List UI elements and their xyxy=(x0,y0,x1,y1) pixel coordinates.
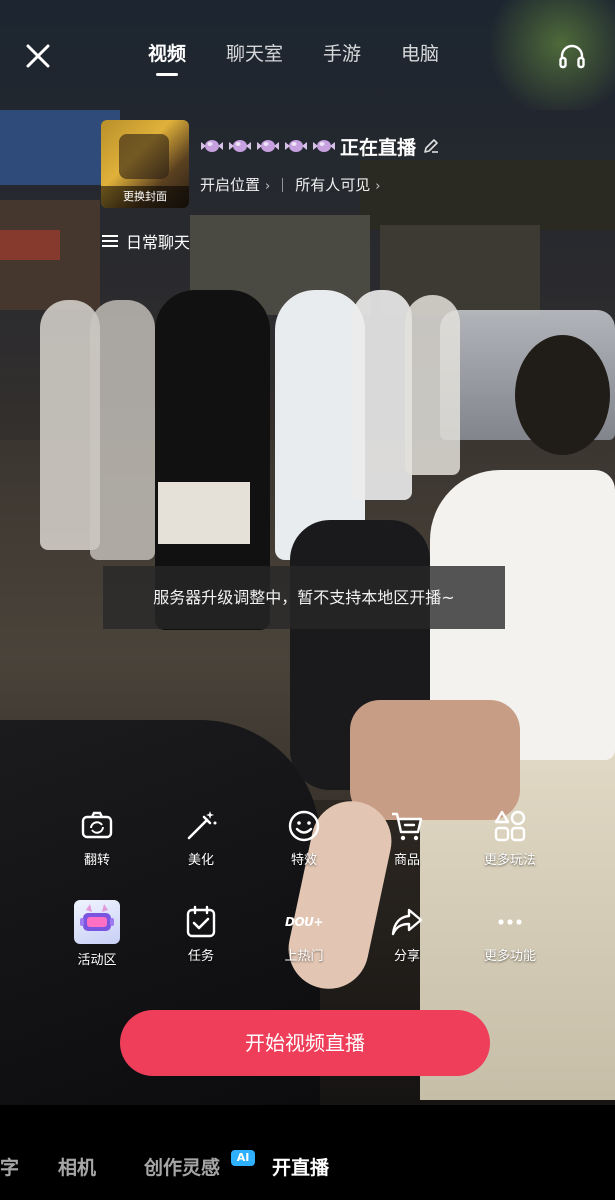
person-6 xyxy=(405,295,460,475)
share-arrow-icon xyxy=(391,908,423,936)
grid-apps-icon xyxy=(494,810,526,842)
tool-flip-label: 翻转 xyxy=(83,853,110,868)
shopping-cart-icon xyxy=(392,812,423,841)
change-cover-label: 更换封面 xyxy=(101,186,189,208)
mode-camera[interactable]: 相机 xyxy=(58,1153,96,1180)
magic-wand-icon xyxy=(187,811,217,840)
category-label: 日常聊天 xyxy=(126,233,191,252)
mode-go-live[interactable]: 开直播 xyxy=(272,1153,329,1180)
tool-more-play-label: 更多玩法 xyxy=(483,853,536,868)
candy-icon xyxy=(285,140,307,152)
tool-activity-label: 活动区 xyxy=(77,953,117,968)
headset-icon[interactable] xyxy=(557,42,587,72)
seated-person-shorts xyxy=(350,700,520,820)
tool-effects-label: 特效 xyxy=(290,853,317,868)
tree-top-right xyxy=(480,0,615,110)
activity-art xyxy=(80,904,114,931)
ai-badge: AI xyxy=(231,1150,255,1166)
tab-chatroom[interactable]: 聊天室 xyxy=(226,40,283,68)
flip-camera-icon xyxy=(81,811,113,839)
tool-activity[interactable]: 活动区 xyxy=(47,900,147,968)
start-live-button[interactable]: 开始视频直播 xyxy=(120,1010,490,1076)
category-selector[interactable]: 日常聊天 xyxy=(102,229,190,253)
dou-plus-icon: DOU+ xyxy=(285,904,323,940)
location-label: 开启位置 xyxy=(200,176,261,194)
tab-video[interactable]: 视频 xyxy=(148,40,186,76)
cover-image-art xyxy=(119,134,169,179)
mode-inspiration[interactable]: 创作灵感 xyxy=(144,1153,220,1180)
tool-trending-label: 上热门 xyxy=(284,949,324,964)
candy-icon xyxy=(313,140,335,152)
top-tabs: 视频 聊天室 手游 电脑 xyxy=(148,40,479,76)
more-dots-icon xyxy=(498,919,522,925)
task-check-icon xyxy=(186,905,216,938)
cover-thumbnail[interactable]: 更换封面 xyxy=(101,120,189,208)
divider xyxy=(282,177,284,192)
tool-share-label: 分享 xyxy=(393,949,420,964)
activity-badge-icon xyxy=(74,900,120,944)
tool-more-functions-label: 更多功能 xyxy=(483,949,536,964)
mode-bar: 字 相机 创作灵感 AI 开直播 xyxy=(0,1105,615,1200)
tab-mobile-game[interactable]: 手游 xyxy=(323,40,361,68)
tab-computer[interactable]: 电脑 xyxy=(401,40,439,68)
dou-plus-text: DOU+ xyxy=(285,915,323,929)
person-3-shorts xyxy=(158,482,250,544)
tool-tasks[interactable]: 任务 xyxy=(151,904,251,964)
tool-beautify[interactable]: 美化 xyxy=(151,808,251,868)
tool-share[interactable]: 分享 xyxy=(357,904,457,964)
mode-text[interactable]: 字 xyxy=(0,1153,19,1180)
close-icon[interactable] xyxy=(22,40,54,72)
visibility-selector[interactable]: 所有人可见 › xyxy=(295,174,380,195)
candy-emojis xyxy=(200,139,336,153)
stream-meta-row: 开启位置 › 所有人可见 › xyxy=(200,174,380,195)
tool-products[interactable]: 商品 xyxy=(357,808,457,868)
stream-title: 正在直播 xyxy=(340,136,417,159)
stream-title-row[interactable]: 正在直播 xyxy=(200,132,440,160)
tool-trending[interactable]: DOU+ 上热门 xyxy=(254,904,354,964)
neon-light xyxy=(0,230,60,260)
tool-tasks-label: 任务 xyxy=(187,949,214,964)
seated-person-head xyxy=(515,335,610,455)
storefront-signs xyxy=(360,160,615,230)
chevron-right-icon: › xyxy=(265,179,271,194)
smiley-icon xyxy=(288,810,320,842)
toast-message: 服务器升级调整中，暂不支持本地区开播~ xyxy=(103,566,505,629)
tool-beautify-label: 美化 xyxy=(187,853,214,868)
location-toggle[interactable]: 开启位置 › xyxy=(200,174,270,195)
tool-more-functions[interactable]: 更多功能 xyxy=(460,904,560,964)
candy-icon xyxy=(257,140,279,152)
menu-lines-icon xyxy=(102,235,118,247)
person-2 xyxy=(90,300,155,560)
tool-flip[interactable]: 翻转 xyxy=(47,808,147,868)
tool-more-play[interactable]: 更多玩法 xyxy=(460,808,560,868)
candy-icon xyxy=(229,140,251,152)
edit-pencil-icon[interactable] xyxy=(422,137,440,155)
person-5 xyxy=(352,290,412,500)
candy-icon xyxy=(201,140,223,152)
chevron-right-icon: › xyxy=(375,179,381,194)
visibility-label: 所有人可见 xyxy=(295,176,371,194)
tool-effects[interactable]: 特效 xyxy=(254,808,354,868)
tool-products-label: 商品 xyxy=(393,853,420,868)
